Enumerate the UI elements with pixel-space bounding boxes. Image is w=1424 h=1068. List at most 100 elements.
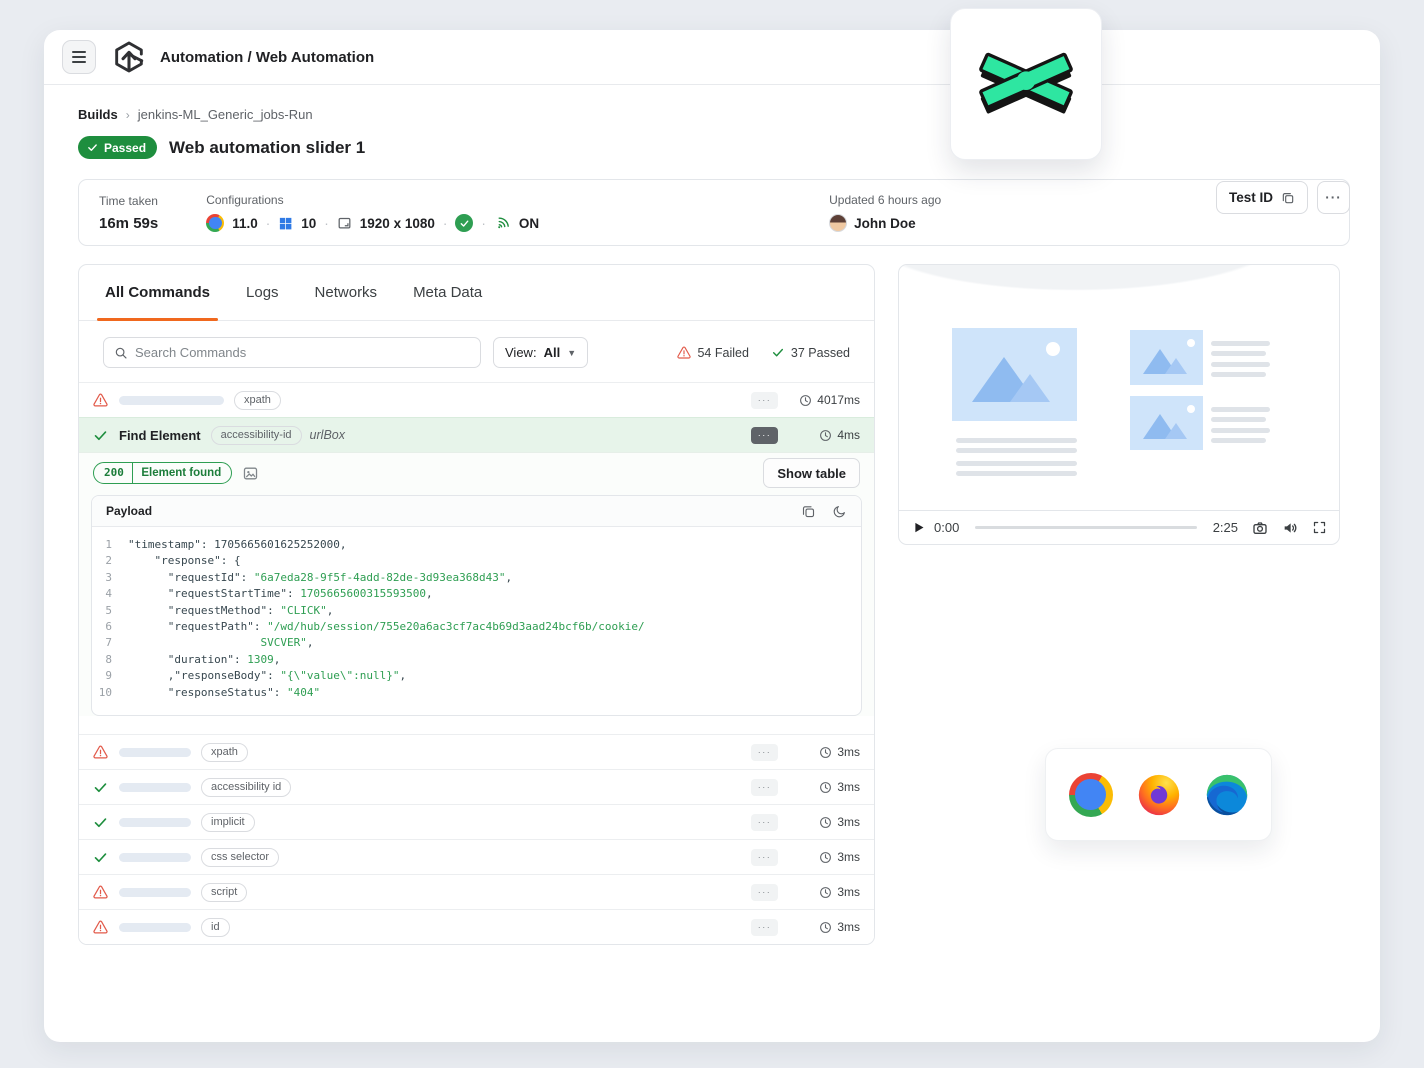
tab-logs[interactable]: Logs	[246, 265, 279, 320]
updated-column: Updated 6 hours ago John Doe	[829, 193, 941, 232]
payload-card: Payload 1"timestamp": 170566560162525200…	[91, 495, 862, 716]
payload-line: 1"timestamp": 1705665601625252000,	[92, 537, 861, 553]
network-state: ON	[519, 216, 539, 231]
resolution-value: 1920 x 1080	[360, 216, 435, 231]
mock-image-small	[1130, 396, 1203, 450]
row-actions-button[interactable]: ···	[751, 814, 778, 831]
volume-icon[interactable]	[1282, 520, 1298, 536]
passed-icon	[93, 780, 109, 795]
show-table-button[interactable]: Show table	[763, 458, 860, 488]
locator-type-badge: id	[201, 918, 230, 937]
copy-payload-icon[interactable]	[801, 504, 816, 519]
command-rows-bottom: xpath ··· 3ms accessibility id ··· 3ms i…	[79, 734, 874, 944]
fullscreen-icon[interactable]	[1312, 520, 1327, 535]
test-id-button[interactable]: Test ID	[1216, 181, 1308, 214]
tab-meta-data[interactable]: Meta Data	[413, 265, 482, 320]
command-name-skeleton	[119, 853, 191, 862]
video-controls: 0:00 2:25	[899, 510, 1339, 544]
chevron-down-icon: ▼	[567, 348, 576, 358]
payload-line: 4 "requestStartTime": 170566560031559350…	[92, 586, 861, 602]
payload-code: 1"timestamp": 1705665601625252000,2 "res…	[92, 527, 861, 715]
command-row[interactable]: implicit ··· 3ms	[79, 804, 874, 839]
page-title: Web automation slider 1	[169, 138, 365, 158]
resolution-icon	[337, 216, 352, 231]
payload-line: 5 "requestMethod": "CLICK",	[92, 603, 861, 619]
command-name-skeleton	[119, 748, 191, 757]
command-row[interactable]: accessibility id ··· 3ms	[79, 769, 874, 804]
play-button[interactable]	[911, 520, 926, 535]
duration: 3ms	[794, 815, 860, 829]
clock-icon	[819, 921, 832, 934]
command-name-skeleton	[119, 818, 191, 827]
locator-type-badge: accessibility-id	[211, 426, 302, 445]
chevron-right-icon: ›	[126, 108, 130, 122]
video-preview[interactable]	[899, 265, 1339, 510]
tab-bar: All Commands Logs Networks Meta Data	[79, 265, 874, 321]
row-actions-button[interactable]: ···	[751, 919, 778, 936]
payload-line: 3 "requestId": "6a7eda28-9f5f-4add-82de-…	[92, 570, 861, 586]
commands-toolbar: View:All▼ 54 Failed 37 Passed	[79, 321, 874, 382]
screenshot-icon[interactable]	[242, 465, 259, 482]
hamburger-menu-button[interactable]	[62, 40, 96, 74]
payload-title: Payload	[106, 504, 152, 518]
failed-count: 54 Failed	[677, 346, 748, 360]
command-rows-top: xpath ··· 4017ms	[79, 382, 874, 417]
configurations-column: Configurations 11.0 · 10 · 1920 x 1080 ·…	[206, 193, 539, 232]
locator-type-badge: implicit	[201, 813, 255, 832]
locator-type-badge: xpath	[234, 391, 281, 410]
tab-networks[interactable]: Networks	[315, 265, 378, 320]
mock-image-large	[952, 328, 1077, 421]
locator-type-badge: script	[201, 883, 247, 902]
row-actions-button[interactable]: ···	[751, 849, 778, 866]
breadcrumb-builds-link[interactable]: Builds	[78, 107, 118, 122]
payload-line: 9 ,"responseBody": "{\"value\":null}",	[92, 668, 861, 684]
view-filter-dropdown[interactable]: View:All▼	[493, 337, 588, 368]
command-name-skeleton	[119, 923, 191, 932]
command-row[interactable]: xpath ··· 3ms	[79, 734, 874, 769]
windows-icon	[278, 216, 293, 231]
more-actions-button[interactable]: ···	[1317, 181, 1350, 214]
failed-icon	[93, 393, 109, 407]
row-actions-button[interactable]: ···	[751, 884, 778, 901]
row-actions-button[interactable]: ···	[751, 392, 778, 409]
tab-all-commands[interactable]: All Commands	[105, 265, 210, 320]
seek-bar[interactable]	[975, 526, 1196, 530]
chrome-icon	[1069, 773, 1113, 817]
command-row[interactable]: id ··· 3ms	[79, 909, 874, 944]
breadcrumb: Builds › jenkins-ML_Generic_jobs-Run	[78, 107, 1350, 122]
command-row[interactable]: css selector ··· 3ms	[79, 839, 874, 874]
search-commands-box[interactable]	[103, 337, 481, 368]
command-name: Find Element	[119, 428, 201, 443]
check-icon	[87, 142, 98, 153]
chrome-icon	[206, 214, 224, 232]
command-row-selected[interactable]: Find Element accessibility-id urlBox ···…	[79, 417, 874, 452]
dark-mode-icon[interactable]	[832, 504, 847, 519]
response-status-badge: 200Element found	[93, 462, 232, 484]
time-taken-column: Time taken 16m 59s	[99, 194, 158, 232]
check-icon	[771, 346, 785, 359]
search-commands-input[interactable]	[135, 345, 470, 360]
locator-type-badge: accessibility id	[201, 778, 291, 797]
firefox-icon	[1137, 773, 1181, 817]
copy-icon	[1281, 191, 1295, 205]
command-row[interactable]: script ··· 3ms	[79, 874, 874, 909]
command-row[interactable]: xpath ··· 4017ms	[79, 382, 874, 417]
mock-image-small	[1130, 330, 1203, 385]
avatar	[829, 214, 847, 232]
clock-icon	[819, 816, 832, 829]
edge-icon	[1205, 773, 1249, 817]
locator-type-badge: css selector	[201, 848, 279, 867]
screenshot-capture-icon[interactable]	[1252, 520, 1268, 536]
payload-line: 6 "requestPath": "/wd/hub/session/755e20…	[92, 619, 861, 635]
network-icon	[494, 215, 511, 232]
summary-card: Time taken 16m 59s Configurations 11.0 ·…	[78, 179, 1350, 246]
row-actions-button[interactable]: ···	[751, 427, 778, 444]
row-actions-button[interactable]: ···	[751, 779, 778, 796]
app-header: Automation / Web Automation	[44, 30, 1380, 85]
status-badge: Passed	[78, 136, 157, 159]
row-actions-button[interactable]: ···	[751, 744, 778, 761]
clock-icon	[819, 746, 832, 759]
payload-line: 8 "duration": 1309,	[92, 652, 861, 668]
brand-logo-card	[950, 8, 1102, 160]
command-param: urlBox	[310, 428, 345, 442]
